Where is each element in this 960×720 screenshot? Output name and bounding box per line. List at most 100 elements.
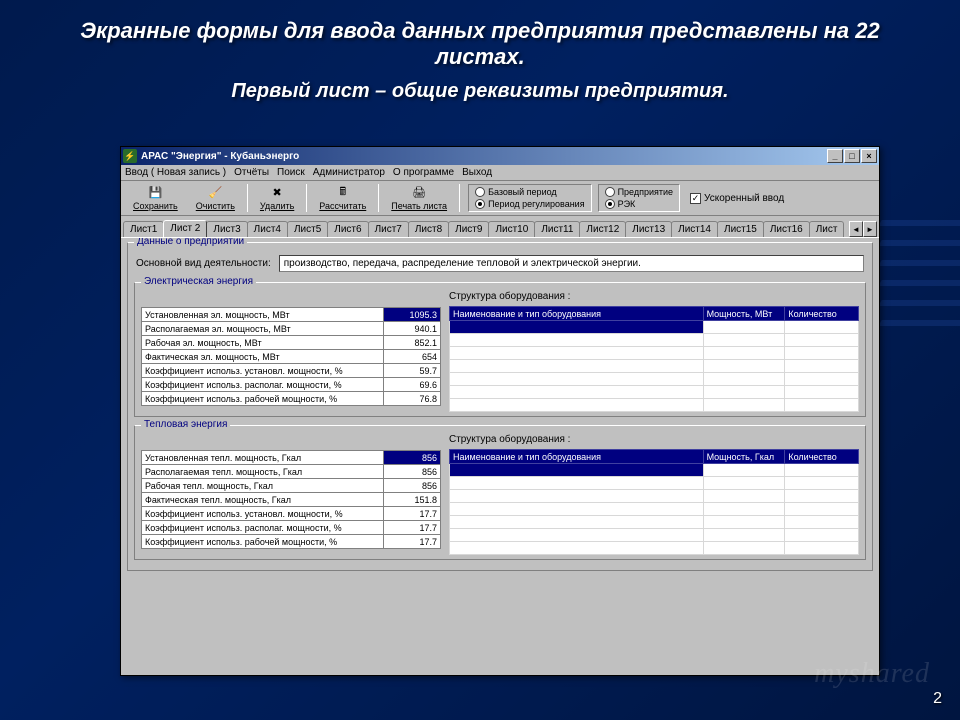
param-row[interactable]: Установленная тепл. мощность, Гкал856 bbox=[142, 451, 441, 465]
param-value[interactable]: 17.7 bbox=[384, 521, 441, 535]
label-fast-input: Ускоренный ввод bbox=[704, 193, 784, 204]
clear-button[interactable]: 🧹Очистить bbox=[188, 185, 243, 212]
param-row[interactable]: Коэффициент использ. установл. мощности,… bbox=[142, 507, 441, 521]
param-row[interactable]: Располагаемая эл. мощность, МВт940.1 bbox=[142, 322, 441, 336]
tab-sheet-14[interactable]: Лист14 bbox=[671, 221, 718, 237]
titlebar: ⚡ АРАС "Энергия" - Кубаньэнерго _ □ × bbox=[121, 147, 879, 165]
menu-exit[interactable]: Выход bbox=[462, 167, 492, 178]
checkbox-fast-input[interactable]: ✓ bbox=[690, 193, 701, 204]
electric-params-table[interactable]: Установленная эл. мощность, МВт1095.3Рас… bbox=[141, 307, 441, 406]
label-rek: РЭК bbox=[618, 199, 636, 209]
param-value[interactable]: 940.1 bbox=[384, 322, 441, 336]
sheet-area: Данные о предприятии Основной вид деятел… bbox=[121, 238, 879, 670]
param-value[interactable]: 1095.3 bbox=[384, 308, 441, 322]
slide-title: Экранные формы для ввода данных предприя… bbox=[0, 0, 960, 76]
param-value[interactable]: 76.8 bbox=[384, 392, 441, 406]
watermark: myshared bbox=[814, 658, 930, 690]
param-label: Рабочая эл. мощность, МВт bbox=[142, 336, 384, 350]
app-window: ⚡ АРАС "Энергия" - Кубаньэнерго _ □ × Вв… bbox=[120, 146, 880, 676]
save-button[interactable]: 💾Сохранить bbox=[125, 185, 186, 212]
tab-scroll-right[interactable]: ► bbox=[863, 221, 877, 237]
calc-icon: 🖩 bbox=[335, 186, 351, 200]
enterprise-group-title: Данные о предприятии bbox=[134, 238, 247, 247]
print-icon: 🖨 bbox=[411, 186, 427, 200]
window-title: АРАС "Энергия" - Кубаньэнерго bbox=[141, 151, 827, 162]
tab-sheet-13[interactable]: Лист13 bbox=[625, 221, 672, 237]
param-row[interactable]: Располагаемая тепл. мощность, Гкал856 bbox=[142, 465, 441, 479]
param-value[interactable]: 654 bbox=[384, 350, 441, 364]
param-value[interactable]: 151.8 bbox=[384, 493, 441, 507]
param-label: Установленная эл. мощность, МВт bbox=[142, 308, 384, 322]
param-row[interactable]: Установленная эл. мощность, МВт1095.3 bbox=[142, 308, 441, 322]
param-value[interactable]: 17.7 bbox=[384, 507, 441, 521]
tab-sheet-1[interactable]: Лист1 bbox=[123, 221, 164, 237]
equip-hdr-power-e: Мощность, МВт bbox=[703, 307, 785, 321]
menu-search[interactable]: Поиск bbox=[277, 167, 305, 178]
param-value[interactable]: 59.7 bbox=[384, 364, 441, 378]
equip-hdr-name-t: Наименование и тип оборудования bbox=[450, 450, 704, 464]
delete-label: Удалить bbox=[260, 201, 294, 211]
radio-rek[interactable] bbox=[605, 199, 615, 209]
radio-enterprise[interactable] bbox=[605, 187, 615, 197]
print-button[interactable]: 🖨Печать листа bbox=[383, 185, 455, 212]
param-row[interactable]: Коэффициент использ. располаг. мощности,… bbox=[142, 521, 441, 535]
param-value[interactable]: 856 bbox=[384, 451, 441, 465]
tab-sheet-4[interactable]: Лист4 bbox=[247, 221, 288, 237]
electric-equip-table[interactable]: Наименование и тип оборудованияМощность,… bbox=[449, 306, 859, 412]
equip-hdr-power-t: Мощность, Гкал bbox=[703, 450, 785, 464]
radio-base-period[interactable] bbox=[475, 187, 485, 197]
calc-button[interactable]: 🖩Рассчитать bbox=[311, 185, 374, 212]
tab-sheet-6[interactable]: Лист6 bbox=[327, 221, 368, 237]
radio-reg-period[interactable] bbox=[475, 199, 485, 209]
delete-button[interactable]: ✖Удалить bbox=[252, 185, 302, 212]
param-row[interactable]: Фактическая тепл. мощность, Гкал151.8 bbox=[142, 493, 441, 507]
org-group: Предприятие РЭК bbox=[598, 184, 680, 212]
param-row[interactable]: Коэффициент использ. рабочей мощности, %… bbox=[142, 535, 441, 549]
param-row[interactable]: Коэффициент использ. располаг. мощности,… bbox=[142, 378, 441, 392]
tab-sheet-8[interactable]: Лист8 bbox=[408, 221, 449, 237]
equip-hdr-qty-t: Количество bbox=[785, 450, 859, 464]
tab-sheet-10[interactable]: Лист10 bbox=[488, 221, 535, 237]
thermal-params-table[interactable]: Установленная тепл. мощность, Гкал856Рас… bbox=[141, 450, 441, 549]
tab-sheet-3[interactable]: Лист3 bbox=[206, 221, 247, 237]
param-row[interactable]: Коэффициент использ. рабочей мощности, %… bbox=[142, 392, 441, 406]
maximize-button[interactable]: □ bbox=[844, 149, 860, 163]
activity-input[interactable]: производство, передача, распределение те… bbox=[279, 255, 864, 272]
param-value[interactable]: 17.7 bbox=[384, 535, 441, 549]
tab-sheet-7[interactable]: Лист7 bbox=[368, 221, 409, 237]
thermal-equip-table[interactable]: Наименование и тип оборудованияМощность,… bbox=[449, 449, 859, 555]
equip-hdr-name-e: Наименование и тип оборудования bbox=[450, 307, 704, 321]
tab-sheet-16[interactable]: Лист16 bbox=[763, 221, 810, 237]
menu-about[interactable]: О программе bbox=[393, 167, 454, 178]
equip-hdr-qty-e: Количество bbox=[785, 307, 859, 321]
tab-sheet-5[interactable]: Лист5 bbox=[287, 221, 328, 237]
param-value[interactable]: 856 bbox=[384, 479, 441, 493]
minimize-button[interactable]: _ bbox=[827, 149, 843, 163]
param-row[interactable]: Коэффициент использ. установл. мощности,… bbox=[142, 364, 441, 378]
tab-scroll: ◄ ► bbox=[849, 221, 877, 237]
close-button[interactable]: × bbox=[861, 149, 877, 163]
tab-scroll-left[interactable]: ◄ bbox=[849, 221, 863, 237]
electric-group-title: Электрическая энергия bbox=[141, 276, 256, 287]
param-row[interactable]: Рабочая эл. мощность, МВт852.1 bbox=[142, 336, 441, 350]
tab-sheet-17[interactable]: Лист bbox=[809, 221, 845, 237]
param-value[interactable]: 856 bbox=[384, 465, 441, 479]
param-value[interactable]: 69.6 bbox=[384, 378, 441, 392]
menu-reports[interactable]: Отчёты bbox=[234, 167, 269, 178]
param-label: Фактическая эл. мощность, МВт bbox=[142, 350, 384, 364]
param-row[interactable]: Рабочая тепл. мощность, Гкал856 bbox=[142, 479, 441, 493]
save-icon: 💾 bbox=[147, 186, 163, 200]
param-label: Коэффициент использ. располаг. мощности,… bbox=[142, 521, 384, 535]
tab-sheet-15[interactable]: Лист15 bbox=[717, 221, 764, 237]
slide-subtitle: Первый лист – общие реквизиты предприяти… bbox=[0, 76, 960, 113]
label-enterprise: Предприятие bbox=[618, 187, 673, 197]
tab-sheet-12[interactable]: Лист12 bbox=[579, 221, 626, 237]
menu-input[interactable]: Ввод ( Новая запись ) bbox=[125, 167, 226, 178]
tab-sheet-9[interactable]: Лист9 bbox=[448, 221, 489, 237]
param-row[interactable]: Фактическая эл. мощность, МВт654 bbox=[142, 350, 441, 364]
menu-admin[interactable]: Администратор bbox=[313, 167, 385, 178]
save-label: Сохранить bbox=[133, 201, 178, 211]
tab-sheet-2[interactable]: Лист 2 bbox=[163, 220, 207, 237]
param-value[interactable]: 852.1 bbox=[384, 336, 441, 350]
tab-sheet-11[interactable]: Лист11 bbox=[534, 221, 580, 237]
